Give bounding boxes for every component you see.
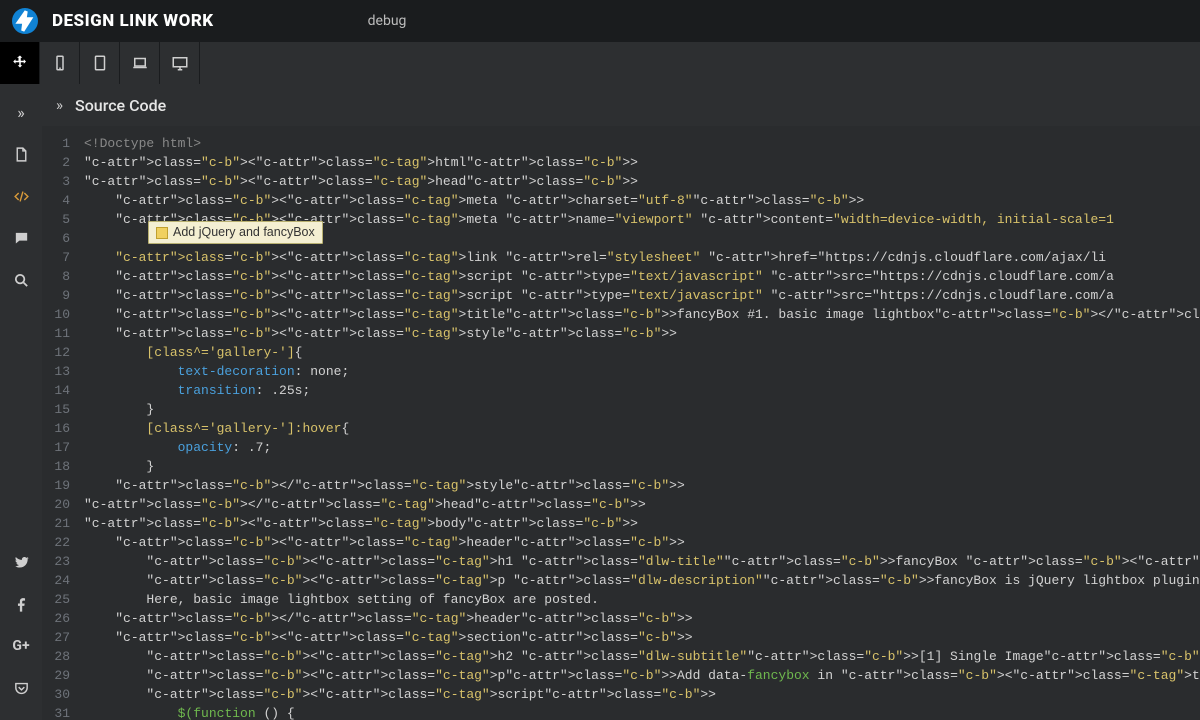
laptop-view-button[interactable] <box>120 42 160 84</box>
pin-icon <box>156 227 168 239</box>
logo-icon <box>12 8 38 34</box>
tablet-portrait-button[interactable] <box>80 42 120 84</box>
debug-link[interactable]: debug <box>368 13 407 29</box>
search-icon[interactable] <box>0 260 42 300</box>
code-editor[interactable]: 1234567891011121314151617181920212223242… <box>42 126 1200 720</box>
source-code-header: » Source Code <box>42 84 1200 126</box>
facebook-icon[interactable] <box>0 584 42 624</box>
code-icon[interactable] <box>0 176 42 216</box>
brand-title: DESIGN LINK WORK <box>52 11 214 31</box>
editor-icon-column: » G+ <box>0 84 42 720</box>
phone-view-button[interactable] <box>40 42 80 84</box>
device-toolbar <box>0 42 1200 84</box>
collapse-panel-button[interactable]: » <box>0 92 42 132</box>
comment-icon[interactable] <box>0 218 42 258</box>
code-content[interactable]: <!Doctype html> "c-attr">class="c-b"><"c… <box>78 126 1200 720</box>
source-code-title: Source Code <box>75 96 166 115</box>
twitter-icon[interactable] <box>0 542 42 582</box>
annotation-tooltip[interactable]: Add jQuery and fancyBox <box>148 221 323 244</box>
pocket-icon[interactable] <box>0 668 42 708</box>
top-bar: DESIGN LINK WORK debug <box>0 0 1200 42</box>
chevron-right-icon[interactable]: » <box>56 96 63 114</box>
line-gutter: 1234567891011121314151617181920212223242… <box>42 126 78 720</box>
move-tool-button[interactable] <box>0 42 40 84</box>
desktop-view-button[interactable] <box>160 42 200 84</box>
googleplus-icon[interactable]: G+ <box>0 626 42 666</box>
file-icon[interactable] <box>0 134 42 174</box>
